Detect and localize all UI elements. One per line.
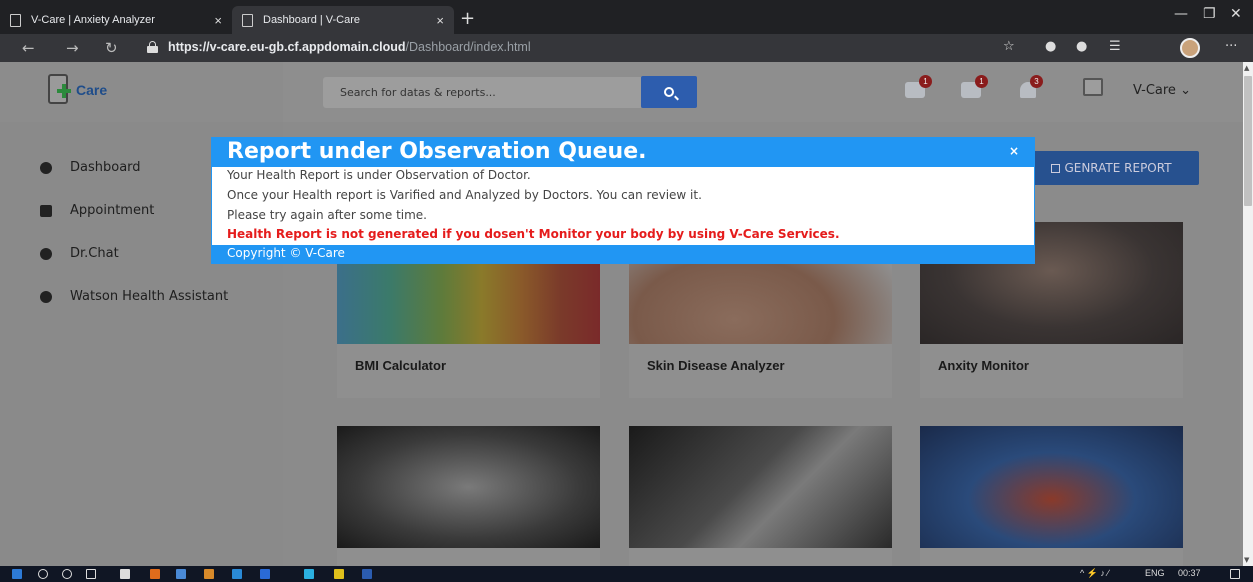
window-close-icon[interactable]: ✕ <box>1230 6 1242 22</box>
modal-line: Your Health Report is under Observation … <box>227 168 531 182</box>
close-tab-icon[interactable]: × <box>436 13 444 28</box>
store-icon[interactable] <box>120 569 130 579</box>
xray-image <box>337 426 600 548</box>
cortana-icon[interactable] <box>62 569 72 579</box>
back-icon[interactable]: ← <box>22 39 35 57</box>
lock-icon <box>147 41 158 53</box>
search-button[interactable] <box>641 76 697 108</box>
mail-icon[interactable]: 1 <box>961 75 988 98</box>
favorites-icon[interactable]: ☰ <box>1109 39 1121 54</box>
windows-taskbar: ^ ⚡ ♪ ∕ ENG 00:37 <box>0 566 1253 582</box>
edge-icon[interactable] <box>304 569 314 579</box>
scroll-up-icon[interactable]: ▲ <box>1244 64 1249 72</box>
app-icon[interactable] <box>232 569 242 579</box>
medical-cross-icon <box>57 84 71 98</box>
profile-avatar[interactable] <box>1180 38 1200 58</box>
notification-badge: 1 <box>919 75 932 88</box>
sidebar-item-label: Dr.Chat <box>70 246 119 261</box>
close-tab-icon[interactable]: × <box>214 13 222 28</box>
logo-area[interactable]: Care <box>0 62 283 122</box>
chat-icon <box>40 247 52 260</box>
word-icon[interactable] <box>362 569 372 579</box>
sidebar-item-label: Appointment <box>70 203 155 218</box>
top-navbar: Search for datas & reports... 1 1 3 V-Ca… <box>283 62 1243 122</box>
scroll-down-icon[interactable]: ▼ <box>1244 556 1249 564</box>
logo-text: Care <box>76 82 108 98</box>
language-indicator[interactable]: ENG <box>1145 568 1165 578</box>
search-input[interactable]: Search for datas & reports... <box>323 77 641 108</box>
minimize-icon[interactable]: — <box>1174 6 1188 22</box>
app-icon[interactable] <box>150 569 160 579</box>
sidebar-item-label: Watson Health Assistant <box>70 289 229 304</box>
modal-line: Once your Health report is Varified and … <box>227 188 702 202</box>
restore-icon[interactable]: ❐ <box>1203 6 1216 22</box>
file-explorer-icon[interactable] <box>334 569 344 579</box>
sidebar-item-drchat[interactable]: Dr.Chat <box>40 246 119 261</box>
search-icon <box>664 87 674 97</box>
sidebar-item-appointment[interactable]: Appointment <box>40 203 154 218</box>
tab-title: Dashboard | V-Care <box>263 14 361 26</box>
page-icon <box>242 13 253 27</box>
generate-report-button[interactable]: GENRATE REPORT <box>1024 151 1199 185</box>
card-label: BMI Calculator <box>355 358 447 373</box>
user-logo-icon[interactable] <box>1083 78 1103 96</box>
action-center-icon[interactable] <box>1230 569 1240 579</box>
task-view-icon[interactable] <box>86 569 96 579</box>
url-field[interactable]: https://v-care.eu-gb.cf.appdomain.cloud/… <box>168 40 531 54</box>
bell-icon[interactable]: 3 <box>1020 75 1043 98</box>
card-bone-fracture-finder[interactable] <box>629 426 892 566</box>
browser-addressbar: ← → ↻ https://v-care.eu-gb.cf.appdomain.… <box>0 34 1253 62</box>
extension-icon[interactable]: ● <box>1045 39 1056 54</box>
app-icon[interactable] <box>176 569 186 579</box>
user-menu[interactable]: V-Care ⌄ <box>1133 83 1191 98</box>
sidebar-item-label: Dashboard <box>70 160 141 175</box>
browser-tab-dashboard[interactable]: Dashboard | V-Care × <box>232 6 454 34</box>
card-label: Skin Disease Analyzer <box>647 358 785 373</box>
heart-image <box>920 426 1183 548</box>
modal-title: Report under Observation Queue. <box>227 139 647 164</box>
modal-footer: Copyright © V-Care <box>212 245 1034 263</box>
card-label: Anxity Monitor <box>938 358 1029 373</box>
browser-tabbar: V-Care | Anxiety Analyzer × Dashboard | … <box>0 0 1253 34</box>
refresh-icon[interactable]: ↻ <box>105 39 118 57</box>
mail-app-icon[interactable] <box>260 569 270 579</box>
extension-icon[interactable]: ● <box>1076 39 1087 54</box>
notification-badge: 3 <box>1030 75 1043 88</box>
sidebar-item-dashboard[interactable]: Dashboard <box>40 160 141 175</box>
card-heart-disease-analyzer[interactable] <box>920 426 1183 566</box>
bone-image <box>629 426 892 548</box>
chevron-down-icon: ⌄ <box>1180 83 1191 98</box>
tab-title: V-Care | Anxiety Analyzer <box>31 14 155 26</box>
sidebar-item-watson[interactable]: Watson Health Assistant <box>40 289 228 304</box>
app-icon[interactable] <box>204 569 214 579</box>
more-menu-icon[interactable]: ··· <box>1225 39 1237 54</box>
calendar-icon <box>40 204 52 217</box>
search-icon[interactable] <box>38 569 48 579</box>
modal-line: Please try again after some time. <box>227 208 427 222</box>
chat-notification-icon[interactable]: 1 <box>905 75 932 98</box>
forward-icon[interactable]: → <box>66 39 79 57</box>
modal-header: Report under Observation Queue. × <box>212 138 1034 167</box>
favorite-star-icon[interactable]: ☆ <box>1003 39 1015 54</box>
notification-badge: 1 <box>975 75 988 88</box>
new-tab-button[interactable]: + <box>460 8 475 29</box>
browser-tab-anxiety[interactable]: V-Care | Anxiety Analyzer × <box>0 6 232 34</box>
report-modal: Report under Observation Queue. × Your H… <box>211 137 1035 264</box>
tray-icons[interactable]: ^ ⚡ ♪ ∕ <box>1080 568 1109 579</box>
close-icon[interactable]: × <box>1009 144 1019 158</box>
modal-warning: Health Report is not generated if you do… <box>227 227 840 241</box>
page-scrollbar[interactable]: ▲ ▼ <box>1243 62 1253 566</box>
clock[interactable]: 00:37 <box>1178 568 1201 578</box>
copyright-text: Copyright © V-Care <box>227 246 345 260</box>
scroll-thumb[interactable] <box>1244 76 1252 206</box>
card-xray-monitor[interactable] <box>337 426 600 566</box>
dashboard-icon <box>40 161 52 174</box>
user-icon <box>40 290 52 303</box>
page-icon <box>10 13 21 27</box>
report-icon <box>1051 163 1061 173</box>
windows-start-icon[interactable] <box>12 569 22 579</box>
